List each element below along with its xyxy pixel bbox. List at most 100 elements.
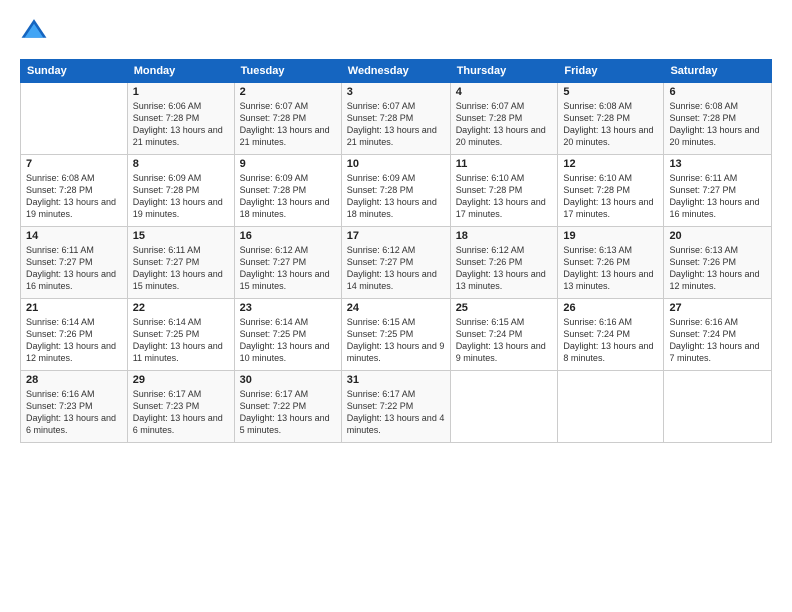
- day-number: 9: [240, 158, 336, 170]
- calendar-cell: 20 Sunrise: 6:13 AM Sunset: 7:26 PM Dayl…: [664, 227, 772, 299]
- day-number: 18: [456, 230, 553, 242]
- calendar-cell: 23 Sunrise: 6:14 AM Sunset: 7:25 PM Dayl…: [234, 299, 341, 371]
- header: [20, 16, 772, 49]
- calendar-cell: 26 Sunrise: 6:16 AM Sunset: 7:24 PM Dayl…: [558, 299, 664, 371]
- calendar-cell: 10 Sunrise: 6:09 AM Sunset: 7:28 PM Dayl…: [341, 155, 450, 227]
- day-info: Sunrise: 6:12 AM Sunset: 7:27 PM Dayligh…: [240, 244, 336, 293]
- day-number: 10: [347, 158, 445, 170]
- col-thursday: Thursday: [450, 60, 558, 83]
- day-number: 17: [347, 230, 445, 242]
- col-sunday: Sunday: [21, 60, 128, 83]
- day-number: 1: [133, 86, 229, 98]
- calendar-cell: 28 Sunrise: 6:16 AM Sunset: 7:23 PM Dayl…: [21, 371, 128, 443]
- day-info: Sunrise: 6:13 AM Sunset: 7:26 PM Dayligh…: [669, 244, 766, 293]
- calendar-cell: 5 Sunrise: 6:08 AM Sunset: 7:28 PM Dayli…: [558, 83, 664, 155]
- week-row-1: 1 Sunrise: 6:06 AM Sunset: 7:28 PM Dayli…: [21, 83, 772, 155]
- page: Sunday Monday Tuesday Wednesday Thursday…: [0, 0, 792, 612]
- day-info: Sunrise: 6:14 AM Sunset: 7:26 PM Dayligh…: [26, 316, 122, 365]
- calendar-cell: 4 Sunrise: 6:07 AM Sunset: 7:28 PM Dayli…: [450, 83, 558, 155]
- day-number: 13: [669, 158, 766, 170]
- day-info: Sunrise: 6:09 AM Sunset: 7:28 PM Dayligh…: [347, 172, 445, 221]
- calendar-cell: 3 Sunrise: 6:07 AM Sunset: 7:28 PM Dayli…: [341, 83, 450, 155]
- day-number: 15: [133, 230, 229, 242]
- week-row-4: 21 Sunrise: 6:14 AM Sunset: 7:26 PM Dayl…: [21, 299, 772, 371]
- day-info: Sunrise: 6:14 AM Sunset: 7:25 PM Dayligh…: [240, 316, 336, 365]
- day-number: 14: [26, 230, 122, 242]
- day-info: Sunrise: 6:12 AM Sunset: 7:27 PM Dayligh…: [347, 244, 445, 293]
- day-info: Sunrise: 6:17 AM Sunset: 7:23 PM Dayligh…: [133, 388, 229, 437]
- day-number: 21: [26, 302, 122, 314]
- day-number: 23: [240, 302, 336, 314]
- day-info: Sunrise: 6:11 AM Sunset: 7:27 PM Dayligh…: [669, 172, 766, 221]
- calendar-cell: 9 Sunrise: 6:09 AM Sunset: 7:28 PM Dayli…: [234, 155, 341, 227]
- calendar-cell: 11 Sunrise: 6:10 AM Sunset: 7:28 PM Dayl…: [450, 155, 558, 227]
- week-row-3: 14 Sunrise: 6:11 AM Sunset: 7:27 PM Dayl…: [21, 227, 772, 299]
- day-number: 12: [563, 158, 658, 170]
- day-info: Sunrise: 6:08 AM Sunset: 7:28 PM Dayligh…: [563, 100, 658, 149]
- day-number: 4: [456, 86, 553, 98]
- calendar-cell: 6 Sunrise: 6:08 AM Sunset: 7:28 PM Dayli…: [664, 83, 772, 155]
- calendar-cell: 22 Sunrise: 6:14 AM Sunset: 7:25 PM Dayl…: [127, 299, 234, 371]
- day-number: 27: [669, 302, 766, 314]
- day-info: Sunrise: 6:16 AM Sunset: 7:24 PM Dayligh…: [563, 316, 658, 365]
- week-row-5: 28 Sunrise: 6:16 AM Sunset: 7:23 PM Dayl…: [21, 371, 772, 443]
- day-number: 11: [456, 158, 553, 170]
- calendar-cell: 2 Sunrise: 6:07 AM Sunset: 7:28 PM Dayli…: [234, 83, 341, 155]
- day-number: 31: [347, 374, 445, 386]
- calendar-cell: 8 Sunrise: 6:09 AM Sunset: 7:28 PM Dayli…: [127, 155, 234, 227]
- calendar-cell: [664, 371, 772, 443]
- day-info: Sunrise: 6:12 AM Sunset: 7:26 PM Dayligh…: [456, 244, 553, 293]
- day-info: Sunrise: 6:07 AM Sunset: 7:28 PM Dayligh…: [456, 100, 553, 149]
- calendar-cell: [558, 371, 664, 443]
- col-wednesday: Wednesday: [341, 60, 450, 83]
- calendar-cell: 31 Sunrise: 6:17 AM Sunset: 7:22 PM Dayl…: [341, 371, 450, 443]
- day-info: Sunrise: 6:07 AM Sunset: 7:28 PM Dayligh…: [347, 100, 445, 149]
- day-number: 24: [347, 302, 445, 314]
- day-info: Sunrise: 6:17 AM Sunset: 7:22 PM Dayligh…: [240, 388, 336, 437]
- calendar-cell: 14 Sunrise: 6:11 AM Sunset: 7:27 PM Dayl…: [21, 227, 128, 299]
- day-number: 3: [347, 86, 445, 98]
- day-info: Sunrise: 6:10 AM Sunset: 7:28 PM Dayligh…: [563, 172, 658, 221]
- calendar-cell: [21, 83, 128, 155]
- calendar-cell: 21 Sunrise: 6:14 AM Sunset: 7:26 PM Dayl…: [21, 299, 128, 371]
- calendar-cell: 29 Sunrise: 6:17 AM Sunset: 7:23 PM Dayl…: [127, 371, 234, 443]
- calendar-cell: 30 Sunrise: 6:17 AM Sunset: 7:22 PM Dayl…: [234, 371, 341, 443]
- col-saturday: Saturday: [664, 60, 772, 83]
- calendar-cell: 7 Sunrise: 6:08 AM Sunset: 7:28 PM Dayli…: [21, 155, 128, 227]
- calendar-cell: 16 Sunrise: 6:12 AM Sunset: 7:27 PM Dayl…: [234, 227, 341, 299]
- day-number: 5: [563, 86, 658, 98]
- calendar-cell: 12 Sunrise: 6:10 AM Sunset: 7:28 PM Dayl…: [558, 155, 664, 227]
- day-info: Sunrise: 6:13 AM Sunset: 7:26 PM Dayligh…: [563, 244, 658, 293]
- calendar-cell: 25 Sunrise: 6:15 AM Sunset: 7:24 PM Dayl…: [450, 299, 558, 371]
- day-number: 25: [456, 302, 553, 314]
- logo-icon: [20, 16, 48, 49]
- day-number: 26: [563, 302, 658, 314]
- day-number: 20: [669, 230, 766, 242]
- day-info: Sunrise: 6:06 AM Sunset: 7:28 PM Dayligh…: [133, 100, 229, 149]
- day-info: Sunrise: 6:15 AM Sunset: 7:25 PM Dayligh…: [347, 316, 445, 365]
- day-number: 2: [240, 86, 336, 98]
- day-number: 19: [563, 230, 658, 242]
- day-number: 16: [240, 230, 336, 242]
- calendar-cell: 1 Sunrise: 6:06 AM Sunset: 7:28 PM Dayli…: [127, 83, 234, 155]
- calendar-cell: 27 Sunrise: 6:16 AM Sunset: 7:24 PM Dayl…: [664, 299, 772, 371]
- col-tuesday: Tuesday: [234, 60, 341, 83]
- day-info: Sunrise: 6:09 AM Sunset: 7:28 PM Dayligh…: [240, 172, 336, 221]
- day-info: Sunrise: 6:17 AM Sunset: 7:22 PM Dayligh…: [347, 388, 445, 437]
- day-info: Sunrise: 6:16 AM Sunset: 7:23 PM Dayligh…: [26, 388, 122, 437]
- day-info: Sunrise: 6:08 AM Sunset: 7:28 PM Dayligh…: [26, 172, 122, 221]
- calendar-cell: [450, 371, 558, 443]
- day-number: 29: [133, 374, 229, 386]
- calendar-cell: 15 Sunrise: 6:11 AM Sunset: 7:27 PM Dayl…: [127, 227, 234, 299]
- day-info: Sunrise: 6:09 AM Sunset: 7:28 PM Dayligh…: [133, 172, 229, 221]
- logo: [20, 16, 50, 49]
- day-info: Sunrise: 6:11 AM Sunset: 7:27 PM Dayligh…: [133, 244, 229, 293]
- day-info: Sunrise: 6:07 AM Sunset: 7:28 PM Dayligh…: [240, 100, 336, 149]
- day-info: Sunrise: 6:10 AM Sunset: 7:28 PM Dayligh…: [456, 172, 553, 221]
- header-row: Sunday Monday Tuesday Wednesday Thursday…: [21, 60, 772, 83]
- day-info: Sunrise: 6:15 AM Sunset: 7:24 PM Dayligh…: [456, 316, 553, 365]
- day-number: 7: [26, 158, 122, 170]
- calendar-cell: 17 Sunrise: 6:12 AM Sunset: 7:27 PM Dayl…: [341, 227, 450, 299]
- calendar-cell: 13 Sunrise: 6:11 AM Sunset: 7:27 PM Dayl…: [664, 155, 772, 227]
- calendar-table: Sunday Monday Tuesday Wednesday Thursday…: [20, 59, 772, 443]
